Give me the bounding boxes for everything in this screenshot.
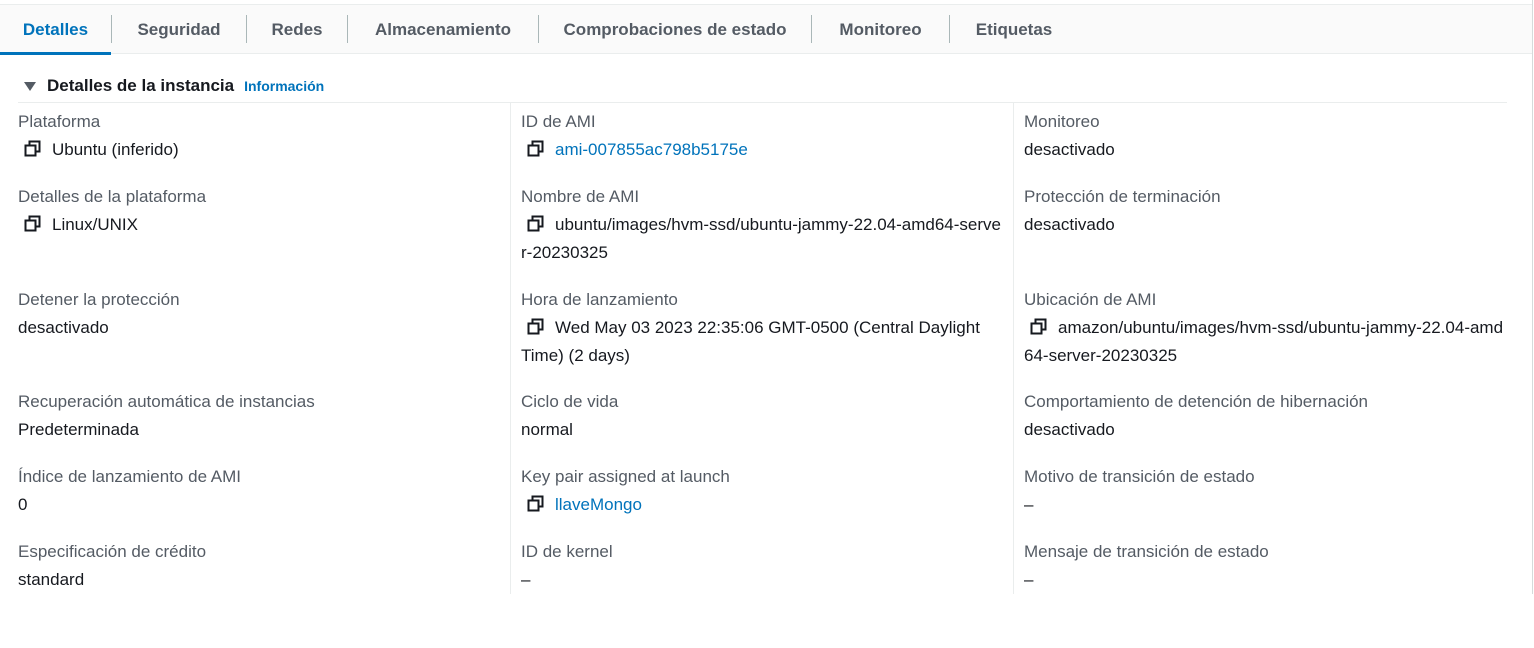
field-label: Nombre de AMI (521, 187, 640, 206)
field-value: – (521, 570, 531, 589)
field-label: Monitoreo (1024, 112, 1100, 131)
field-value: Linux/UNIX (18, 211, 502, 239)
field-platform: Plataforma Ubuntu (inferido) (18, 111, 502, 164)
tab-comprobaciones-de-estado[interactable]: Comprobaciones de estado (539, 5, 811, 54)
field-value: ami-007855ac798b5175e (521, 136, 1005, 164)
section-divider (18, 102, 1507, 103)
launch-time-value: Wed May 03 2023 22:35:06 GMT-0500 (Centr… (521, 318, 980, 365)
field-credit-spec: Especificación de crédito standard (18, 541, 502, 594)
field-label: Key pair assigned at launch (521, 467, 730, 486)
field-ami-name: Nombre de AMI ubuntu/images/hvm-ssd/ubun… (521, 186, 1005, 267)
field-ami-launch-index: Índice de lanzamiento de AMI 0 (18, 466, 502, 519)
field-value: – (1024, 495, 1034, 514)
tab-etiquetas[interactable]: Etiquetas (950, 5, 1078, 54)
tab-redes[interactable]: Redes (247, 5, 347, 54)
section-header: Detalles de la instancia Información (18, 74, 324, 98)
field-label: Ubicación de AMI (1024, 290, 1157, 309)
copy-icon[interactable] (527, 215, 544, 232)
instance-details-panel: Detalles Seguridad Redes Almacenamiento … (0, 0, 1534, 594)
field-label: Índice de lanzamiento de AMI (18, 467, 242, 486)
field-value: Ubuntu (inferido) (18, 136, 502, 164)
field-platform-details: Detalles de la plataforma Linux/UNIX (18, 186, 502, 239)
field-launch-time: Hora de lanzamiento Wed May 03 2023 22:3… (521, 289, 1005, 370)
ami-name-value: ubuntu/images/hvm-ssd/ubuntu-jammy-22.04… (521, 215, 1001, 262)
field-value: 0 (18, 495, 28, 514)
field-value: amazon/ubuntu/images/hvm-ssd/ubuntu-jamm… (1024, 314, 1508, 370)
field-monitoring: Monitoreo desactivado (1024, 111, 1508, 164)
copy-icon[interactable] (24, 215, 41, 232)
ami-location-value: amazon/ubuntu/images/hvm-ssd/ubuntu-jamm… (1024, 318, 1504, 365)
copy-icon[interactable] (527, 495, 544, 512)
field-label: Ciclo de vida (521, 392, 619, 411)
field-label: Especificación de crédito (18, 542, 207, 561)
field-key-pair: Key pair assigned at launch llaveMongo (521, 466, 1005, 519)
field-label: Hora de lanzamiento (521, 290, 678, 309)
key-pair-link[interactable]: llaveMongo (555, 495, 642, 514)
field-label: Detalles de la plataforma (18, 187, 207, 206)
field-label: ID de kernel (521, 542, 613, 561)
field-value: Predeterminada (18, 420, 139, 439)
field-label: Recuperación automática de instancias (18, 392, 315, 411)
column-divider (1013, 103, 1014, 594)
field-label: Mensaje de transición de estado (1024, 542, 1269, 561)
tab-almacenamiento[interactable]: Almacenamiento (348, 5, 538, 54)
field-kernel-id: ID de kernel – (521, 541, 1005, 594)
field-lifecycle: Ciclo de vida normal (521, 391, 1005, 444)
field-termination-protection: Protección de terminación desactivado (1024, 186, 1508, 239)
field-value: desactivado (1024, 140, 1115, 159)
field-auto-recovery: Recuperación automática de instancias Pr… (18, 391, 502, 444)
field-value: desactivado (1024, 420, 1115, 439)
field-hibernation-stop: Comportamiento de detención de hibernaci… (1024, 391, 1508, 444)
field-value: ubuntu/images/hvm-ssd/ubuntu-jammy-22.04… (521, 211, 1005, 267)
platform-details-value: Linux/UNIX (52, 215, 138, 234)
tab-detalles[interactable]: Detalles (0, 5, 111, 55)
info-link[interactable]: Información (244, 78, 324, 94)
column-divider (510, 103, 511, 594)
field-value: – (1024, 570, 1034, 589)
section-title[interactable]: Detalles de la instancia (47, 76, 234, 96)
field-value: Wed May 03 2023 22:35:06 GMT-0500 (Centr… (521, 314, 1005, 370)
field-label: Plataforma (18, 112, 101, 131)
field-value: standard (18, 570, 85, 589)
field-value: desactivado (18, 318, 109, 337)
field-label: Protección de terminación (1024, 187, 1221, 206)
copy-icon[interactable] (24, 140, 41, 157)
field-value: normal (521, 420, 573, 439)
field-ami-location: Ubicación de AMI amazon/ubuntu/images/hv… (1024, 289, 1508, 370)
field-label: Detener la protección (18, 290, 180, 309)
tab-monitoreo[interactable]: Monitoreo (812, 5, 949, 54)
field-state-transition-message: Mensaje de transición de estado – (1024, 541, 1508, 594)
copy-icon[interactable] (527, 140, 544, 157)
tab-seguridad[interactable]: Seguridad (112, 5, 246, 54)
field-label: Motivo de transición de estado (1024, 467, 1255, 486)
field-label: Comportamiento de detención de hibernaci… (1024, 392, 1369, 411)
field-value: desactivado (1024, 215, 1115, 234)
field-label: ID de AMI (521, 112, 596, 131)
copy-icon[interactable] (527, 318, 544, 335)
field-stop-protection: Detener la protección desactivado (18, 289, 502, 342)
platform-value: Ubuntu (inferido) (52, 140, 179, 159)
field-state-transition-reason: Motivo de transición de estado – (1024, 466, 1508, 519)
copy-icon[interactable] (1030, 318, 1047, 335)
tab-bar: Detalles Seguridad Redes Almacenamiento … (0, 4, 1532, 55)
caret-down-icon[interactable] (24, 81, 36, 91)
panel-border (1532, 0, 1533, 594)
field-ami-id: ID de AMI ami-007855ac798b5175e (521, 111, 1005, 164)
field-value: llaveMongo (521, 491, 1005, 519)
ami-id-link[interactable]: ami-007855ac798b5175e (555, 140, 748, 159)
